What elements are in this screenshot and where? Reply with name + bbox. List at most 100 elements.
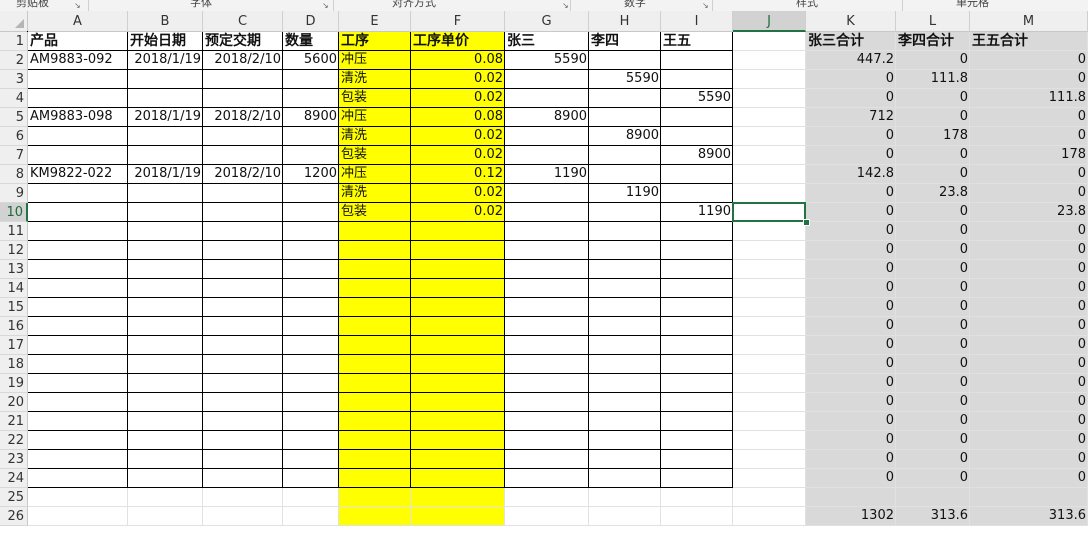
header-cell-c[interactable]: 预定交期 <box>203 32 283 51</box>
worker-zhang-qty-cell[interactable]: 5590 <box>505 51 589 70</box>
zhang-total-cell[interactable]: 0 <box>806 222 896 241</box>
fill-handle[interactable] <box>803 219 810 226</box>
column-header-h[interactable]: H <box>589 11 661 32</box>
header-cell-e[interactable]: 工序 <box>339 32 411 51</box>
wang-total-cell[interactable]: 0 <box>970 469 1088 488</box>
row-header-23[interactable]: 23 <box>0 450 28 469</box>
li-total-cell[interactable]: 0 <box>896 393 970 412</box>
due-date-cell[interactable]: 2018/2/10 <box>203 108 283 127</box>
quantity-cell[interactable]: 8900 <box>283 108 339 127</box>
zhang-total-cell[interactable]: 142.8 <box>806 165 896 184</box>
header-cell-g[interactable]: 张三 <box>505 32 589 51</box>
li-total-cell[interactable]: 0 <box>896 298 970 317</box>
active-cell-selection[interactable] <box>732 202 806 222</box>
row-header-6[interactable]: 6 <box>0 127 28 146</box>
due-date-cell[interactable]: 2018/2/10 <box>203 165 283 184</box>
zhang-total-cell[interactable]: 0 <box>806 241 896 260</box>
li-total-cell[interactable]: 0 <box>896 108 970 127</box>
header-cell-i[interactable]: 王五 <box>661 32 733 51</box>
column-header-f[interactable]: F <box>411 11 505 32</box>
row-header-3[interactable]: 3 <box>0 70 28 89</box>
li-total-cell[interactable]: 0 <box>896 89 970 108</box>
li-total-cell[interactable]: 0 <box>896 336 970 355</box>
worker-wang-qty-cell[interactable]: 1190 <box>661 203 733 222</box>
zhang-total-cell[interactable]: 0 <box>806 260 896 279</box>
zhang-total-cell[interactable]: 0 <box>806 184 896 203</box>
process-name-cell[interactable]: 包装 <box>339 89 411 108</box>
wang-total-cell[interactable]: 0 <box>970 165 1088 184</box>
product-cell[interactable]: KM9822-022 <box>28 165 128 184</box>
wang-total-cell[interactable]: 0 <box>970 108 1088 127</box>
wang-total-cell[interactable]: 0 <box>970 70 1088 89</box>
li-total-cell[interactable]: 0 <box>896 450 970 469</box>
wang-total-cell[interactable]: 0 <box>970 298 1088 317</box>
li-total-cell[interactable]: 0 <box>896 412 970 431</box>
due-date-cell[interactable]: 2018/2/10 <box>203 51 283 70</box>
column-header-m[interactable]: M <box>970 11 1088 32</box>
row-header-11[interactable]: 11 <box>0 222 28 241</box>
row-header-14[interactable]: 14 <box>0 279 28 298</box>
zhang-total-cell[interactable]: 0 <box>806 393 896 412</box>
zhang-total-cell[interactable]: 0 <box>806 469 896 488</box>
wang-total-cell[interactable]: 0 <box>970 127 1088 146</box>
row-header-13[interactable]: 13 <box>0 260 28 279</box>
spreadsheet-grid[interactable]: A B C D E F G H I J K L M 1 2 3 4 5 6 7 8 9 10 11 12 13 14 15 16 17 18… <box>0 0 1088 533</box>
process-name-cell[interactable]: 清洗 <box>339 70 411 89</box>
wang-total-cell[interactable]: 178 <box>970 146 1088 165</box>
quantity-cell[interactable]: 1200 <box>283 165 339 184</box>
wang-total-cell[interactable]: 0 <box>970 317 1088 336</box>
row-header-15[interactable]: 15 <box>0 298 28 317</box>
worker-wang-qty-cell[interactable]: 8900 <box>661 146 733 165</box>
process-price-cell[interactable]: 0.08 <box>411 108 505 127</box>
wang-grand-total-cell[interactable]: 313.6 <box>970 507 1088 526</box>
process-name-cell[interactable]: 冲压 <box>339 108 411 127</box>
row-header-4[interactable]: 4 <box>0 89 28 108</box>
select-all-corner[interactable] <box>0 11 28 32</box>
process-price-cell[interactable]: 0.02 <box>411 184 505 203</box>
worker-wang-qty-cell[interactable]: 5590 <box>661 89 733 108</box>
process-price-cell[interactable]: 0.02 <box>411 146 505 165</box>
row-header-16[interactable]: 16 <box>0 317 28 336</box>
row-header-1[interactable]: 1 <box>0 32 28 51</box>
zhang-total-cell[interactable]: 447.2 <box>806 51 896 70</box>
start-date-cell[interactable]: 2018/1/19 <box>128 165 203 184</box>
li-total-cell[interactable]: 0 <box>896 222 970 241</box>
wang-total-cell[interactable]: 0 <box>970 374 1088 393</box>
process-name-cell[interactable]: 清洗 <box>339 184 411 203</box>
process-price-cell[interactable]: 0.08 <box>411 51 505 70</box>
zhang-total-cell[interactable]: 0 <box>806 89 896 108</box>
row-header-26[interactable]: 26 <box>0 507 28 526</box>
wang-total-cell[interactable]: 111.8 <box>970 89 1088 108</box>
zhang-total-cell[interactable]: 0 <box>806 355 896 374</box>
wang-total-cell[interactable]: 0 <box>970 222 1088 241</box>
row-header-21[interactable]: 21 <box>0 412 28 431</box>
zhang-total-cell[interactable]: 0 <box>806 203 896 222</box>
row-header-9[interactable]: 9 <box>0 184 28 203</box>
zhang-total-cell[interactable]: 0 <box>806 431 896 450</box>
process-name-cell[interactable]: 清洗 <box>339 127 411 146</box>
row-header-5[interactable]: 5 <box>0 108 28 127</box>
wang-total-cell[interactable]: 0 <box>970 241 1088 260</box>
zhang-total-cell[interactable]: 712 <box>806 108 896 127</box>
column-header-i[interactable]: I <box>661 11 733 32</box>
wang-total-cell[interactable]: 0 <box>970 260 1088 279</box>
worker-li-qty-cell[interactable]: 8900 <box>589 127 661 146</box>
product-cell[interactable]: AM9883-092 <box>28 51 128 70</box>
li-total-cell[interactable]: 0 <box>896 203 970 222</box>
header-cell-k[interactable]: 张三合计 <box>806 32 896 51</box>
process-price-cell[interactable]: 0.02 <box>411 70 505 89</box>
wang-total-cell[interactable]: 0 <box>970 393 1088 412</box>
li-total-cell[interactable]: 0 <box>896 146 970 165</box>
wang-total-cell[interactable]: 0 <box>970 450 1088 469</box>
row-header-2[interactable]: 2 <box>0 51 28 70</box>
column-header-l[interactable]: L <box>896 11 970 32</box>
li-total-cell[interactable]: 178 <box>896 127 970 146</box>
zhang-total-cell[interactable]: 0 <box>806 70 896 89</box>
column-header-j[interactable]: J <box>733 11 806 32</box>
row-header-12[interactable]: 12 <box>0 241 28 260</box>
wang-total-cell[interactable]: 0 <box>970 336 1088 355</box>
row-header-22[interactable]: 22 <box>0 431 28 450</box>
li-total-cell[interactable]: 0 <box>896 374 970 393</box>
process-name-cell[interactable]: 冲压 <box>339 51 411 70</box>
row-header-17[interactable]: 17 <box>0 336 28 355</box>
